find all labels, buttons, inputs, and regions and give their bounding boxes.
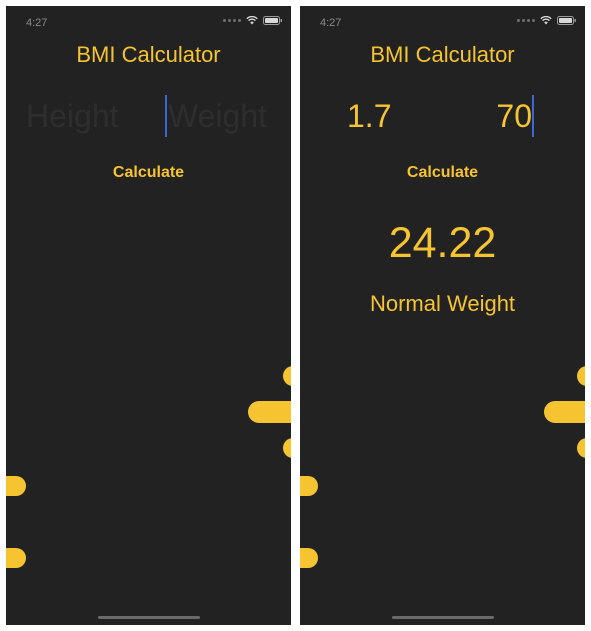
battery-icon	[263, 16, 283, 25]
calculate-button[interactable]: Calculate	[6, 164, 291, 182]
status-time: 4:27	[26, 17, 48, 29]
height-input[interactable]: Height	[26, 94, 146, 138]
status-time: 4:27	[320, 17, 342, 29]
signal-dots-icon	[223, 19, 241, 22]
app-title: BMI Calculator	[76, 42, 221, 67]
bmi-result-value: 24.22	[388, 219, 497, 267]
screen-result-state: 4:27 BMI Calculator 1.7 70 Calculate 24.…	[300, 6, 585, 625]
wifi-icon	[246, 16, 258, 25]
status-icons	[517, 16, 577, 25]
decorative-pill	[300, 476, 318, 496]
decorative-pill	[577, 438, 585, 458]
text-caret	[532, 95, 534, 137]
decorative-pill	[544, 401, 585, 423]
app-title: BMI Calculator	[370, 42, 515, 67]
home-indicator[interactable]	[97, 616, 200, 619]
height-placeholder: Height	[26, 98, 119, 134]
weight-input[interactable]: Weight	[168, 94, 288, 138]
decorative-pill	[6, 476, 26, 496]
height-input[interactable]: 1.7	[347, 94, 427, 138]
input-row: 1.7 70	[300, 94, 585, 138]
decorative-pill	[577, 366, 585, 386]
weight-input[interactable]: 70	[450, 94, 532, 138]
decorative-pill	[248, 401, 291, 423]
home-indicator[interactable]	[391, 616, 494, 619]
decorative-pill	[283, 438, 291, 458]
decorative-pill	[283, 366, 291, 386]
signal-dots-icon	[517, 19, 535, 22]
weight-placeholder: Weight	[168, 98, 268, 134]
battery-icon	[557, 16, 577, 25]
input-row: Height Weight	[6, 94, 291, 138]
status-icons	[223, 16, 283, 25]
wifi-icon	[540, 16, 552, 25]
decorative-pill	[300, 548, 318, 568]
screen-empty-state: 4:27 BMI Calculator Height Weight Calcul…	[6, 6, 291, 625]
text-caret	[165, 95, 167, 137]
decorative-pill	[6, 548, 26, 568]
bmi-category-label: Normal Weight	[369, 291, 516, 316]
calculate-button[interactable]: Calculate	[300, 164, 585, 182]
